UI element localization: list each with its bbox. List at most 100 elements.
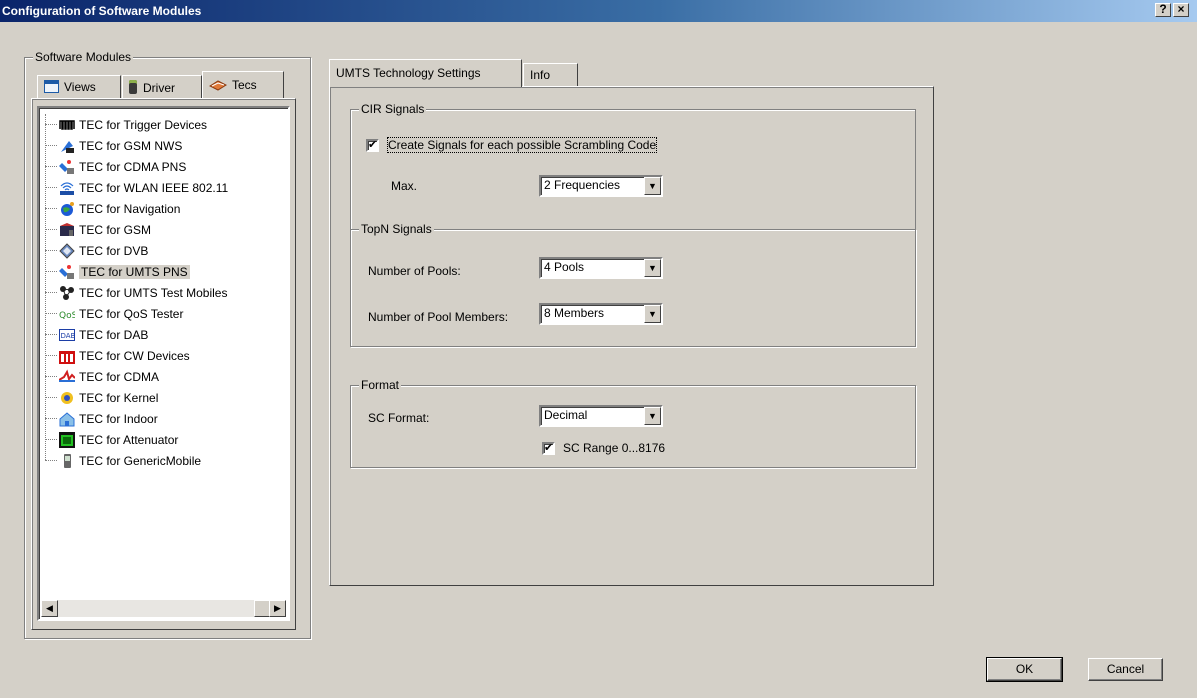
tree-item[interactable]: TEC for GSM <box>43 219 228 240</box>
sc-format-select[interactable]: Decimal ▼ <box>539 405 663 427</box>
tree-item[interactable]: TEC for CDMA <box>43 366 228 387</box>
tab-tecs[interactable]: Tecs <box>202 71 284 98</box>
tree-item-label: TEC for WLAN IEEE 802.11 <box>79 180 229 195</box>
max-label: Max. <box>391 179 418 193</box>
svg-text:QoS: QoS <box>59 311 75 321</box>
chevron-down-icon[interactable]: ▼ <box>644 305 661 323</box>
cw-icon <box>59 348 75 364</box>
tec-icon <box>208 79 228 91</box>
max-frequencies-value: 2 Frequencies <box>544 178 621 192</box>
tree-item[interactable]: TEC for CDMA PNS <box>43 156 228 177</box>
satellite-icon <box>59 159 75 175</box>
create-signals-label[interactable]: Create Signals for each possible Scrambl… <box>386 137 658 153</box>
number-of-pool-members-value: 8 Members <box>544 306 605 320</box>
help-button[interactable]: ? <box>1155 3 1171 17</box>
tec-tree[interactable]: TEC for Trigger Devices TEC for GSM NWS TE… <box>37 106 290 621</box>
software-modules-label: Software Modules <box>33 50 134 64</box>
max-frequencies-select[interactable]: 2 Frequencies ▼ <box>539 175 663 197</box>
tree-item-label: TEC for Navigation <box>79 201 181 216</box>
scroll-right-button[interactable]: ▶ <box>269 600 286 617</box>
tree-item-label: TEC for QoS Tester <box>79 306 184 321</box>
tab-tecs-label: Tecs <box>232 78 257 92</box>
cir-signals-group: CIR Signals <box>350 102 916 231</box>
tree-item-label: TEC for Kernel <box>79 390 159 405</box>
mobile-icon <box>59 453 75 469</box>
tab-views-label: Views <box>64 80 96 94</box>
format-label: Format <box>359 378 402 392</box>
tec-tree-list: TEC for Trigger Devices TEC for GSM NWS TE… <box>43 114 228 471</box>
tab-views[interactable]: Views <box>37 75 121 98</box>
tree-item-label: TEC for CW Devices <box>79 348 190 363</box>
tree-item[interactable]: QoS TEC for QoS Tester <box>43 303 228 324</box>
umts-settings-panel: CIR Signals ✔ Create Signals for each po… <box>329 86 934 586</box>
dvb-icon <box>59 242 75 259</box>
tree-item-label: TEC for CDMA PNS <box>79 159 187 174</box>
number-of-pools-select[interactable]: 4 Pools ▼ <box>539 257 663 279</box>
tree-item[interactable]: TEC for UMTS PNS <box>43 261 228 282</box>
tab-driver-label: Driver <box>143 81 175 95</box>
tree-item-label: TEC for Attenuator <box>79 432 179 447</box>
window-icon <box>44 80 59 93</box>
trigger-icon <box>59 117 75 133</box>
tree-item[interactable]: TEC for Attenuator <box>43 429 228 450</box>
create-signals-checkbox[interactable]: ✔ <box>366 139 379 152</box>
tree-item[interactable]: TEC for GenericMobile <box>43 450 228 471</box>
tree-item[interactable]: DAB TEC for DAB <box>43 324 228 345</box>
tree-item[interactable]: TEC for Trigger Devices <box>43 114 228 135</box>
ok-button[interactable]: OK <box>986 657 1063 682</box>
qos-icon: QoS <box>59 306 78 322</box>
close-button[interactable]: × <box>1173 3 1189 17</box>
tree-item-label: TEC for UMTS PNS <box>79 264 190 279</box>
indoor-icon <box>59 411 75 427</box>
sc-range-label: SC Range 0...8176 <box>563 441 666 455</box>
tree-item[interactable]: TEC for Kernel <box>43 387 228 408</box>
gsm-icon <box>59 222 75 238</box>
tree-item-label: TEC for GenericMobile <box>79 453 202 468</box>
dab-icon: DAB <box>59 327 76 343</box>
cancel-button-label: Cancel <box>1106 662 1145 676</box>
tecs-tab-panel: TEC for Trigger Devices TEC for GSM NWS TE… <box>31 98 296 630</box>
tree-item[interactable]: TEC for WLAN IEEE 802.11 <box>43 177 228 198</box>
attenuator-icon <box>59 431 75 448</box>
cdma-icon <box>58 369 76 385</box>
cir-signals-label: CIR Signals <box>359 102 427 116</box>
tree-item-label: TEC for UMTS Test Mobiles <box>79 285 228 300</box>
sc-format-value: Decimal <box>544 408 588 422</box>
network-icon <box>59 285 75 301</box>
tree-item[interactable]: TEC for Navigation <box>43 198 228 219</box>
tree-item[interactable]: TEC for UMTS Test Mobiles <box>43 282 228 303</box>
cancel-button[interactable]: Cancel <box>1088 658 1163 681</box>
number-of-pools-value: 4 Pools <box>544 260 585 274</box>
satellite-icon <box>59 264 75 280</box>
topn-signals-label: TopN Signals <box>359 222 434 236</box>
number-of-pool-members-label: Number of Pool Members: <box>368 310 509 324</box>
title-bar: Configuration of Software Modules ? × <box>0 0 1197 22</box>
chevron-down-icon[interactable]: ▼ <box>644 259 661 277</box>
tree-item[interactable]: TEC for CW Devices <box>43 345 228 366</box>
horizontal-scrollbar[interactable]: ◀ ▶ <box>41 600 286 617</box>
tree-item-label: TEC for Indoor <box>79 411 158 426</box>
tab-info[interactable]: Info <box>523 63 578 86</box>
tab-umts-settings[interactable]: UMTS Technology Settings <box>329 59 522 87</box>
wlan-icon <box>59 180 75 196</box>
tree-item[interactable]: TEC for Indoor <box>43 408 228 429</box>
number-of-pool-members-select[interactable]: 8 Members ▼ <box>539 303 663 325</box>
gsm-nws-icon <box>59 138 75 154</box>
number-of-pools-label: Number of Pools: <box>368 264 461 278</box>
globe-icon <box>59 201 75 217</box>
tab-driver[interactable]: Driver <box>122 75 202 98</box>
tree-item-label: TEC for Trigger Devices <box>79 117 208 132</box>
window-title: Configuration of Software Modules <box>2 4 202 18</box>
scroll-left-button[interactable]: ◀ <box>41 600 58 617</box>
kernel-icon <box>59 390 75 406</box>
tree-item-label: TEC for DAB <box>79 327 149 342</box>
svg-text:DAB: DAB <box>61 332 76 340</box>
tree-item[interactable]: TEC for DVB <box>43 240 228 261</box>
sc-format-label: SC Format: <box>368 411 430 425</box>
tree-item-label: TEC for GSM <box>79 222 152 237</box>
chevron-down-icon[interactable]: ▼ <box>644 407 661 425</box>
chevron-down-icon[interactable]: ▼ <box>644 177 661 195</box>
ok-button-label: OK <box>1015 662 1034 676</box>
sc-range-checkbox[interactable]: ✔ <box>542 442 555 455</box>
tree-item[interactable]: TEC for GSM NWS <box>43 135 228 156</box>
